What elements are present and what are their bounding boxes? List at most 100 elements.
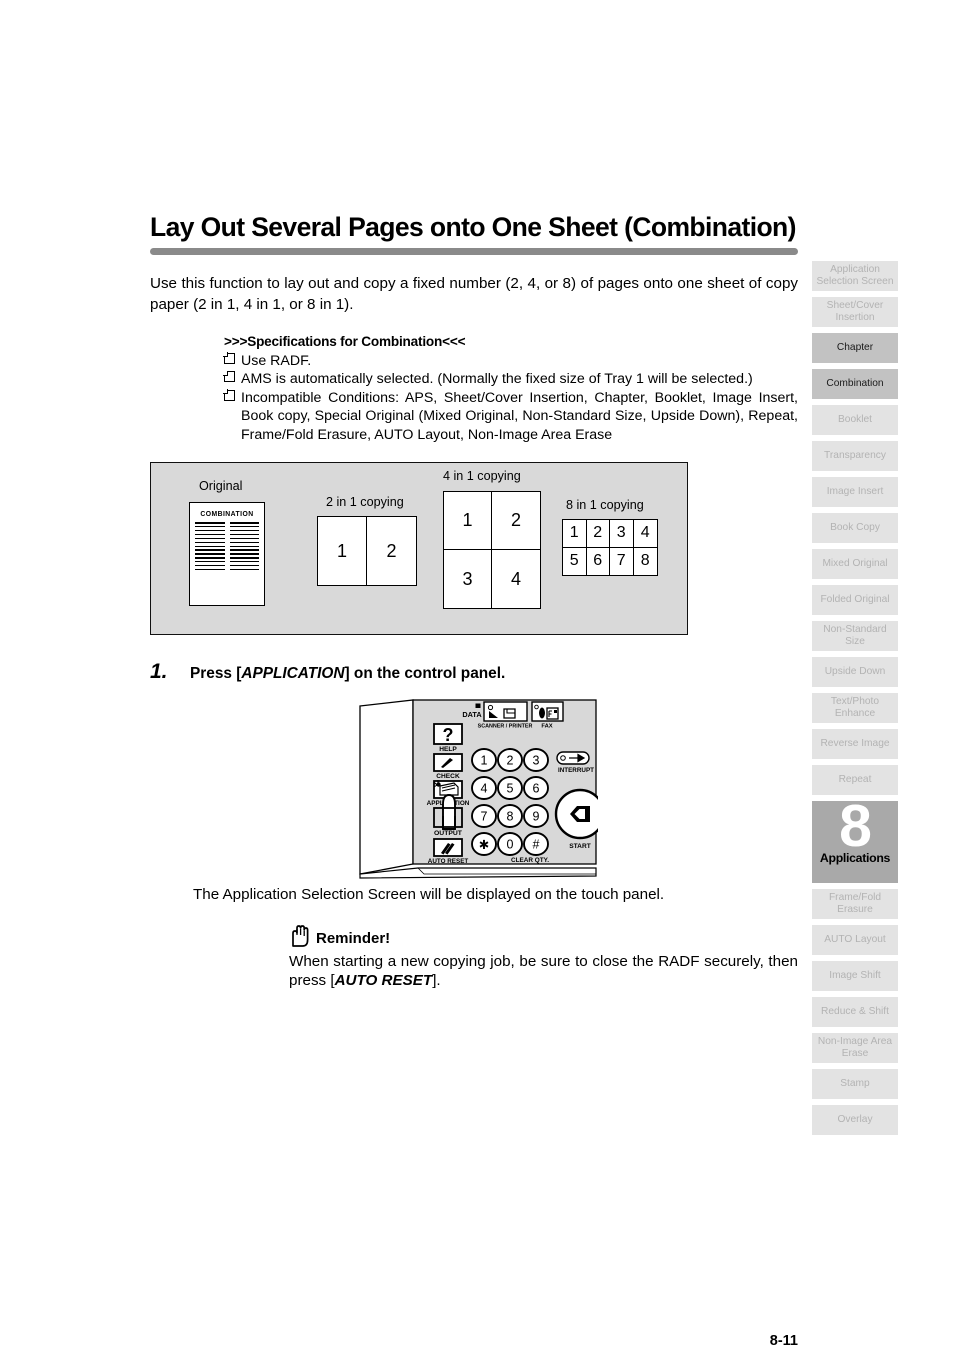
layout-preview-cell: 3 — [610, 520, 634, 548]
sidebar-tab-text-photo-enhance[interactable]: Text/Photo Enhance — [812, 693, 898, 723]
sidebar-tab-overlay[interactable]: Overlay — [812, 1105, 898, 1135]
cp-output-label: OUTPUT — [434, 830, 463, 837]
hand-icon — [292, 925, 309, 948]
sidebar-tab-upside-down[interactable]: Upside Down — [812, 657, 898, 687]
sidebar-tab-mixed-original[interactable]: Mixed Original — [812, 549, 898, 579]
original-document-graphic: COMBINATION — [189, 502, 265, 607]
layout-preview-cell: 4 — [510, 568, 521, 589]
control-panel-illustration-wrap: DATA SCANNER / PRINTER FAX ? HELP CHECK … — [150, 698, 798, 880]
original-text-line — [229, 561, 259, 563]
svg-text:8: 8 — [507, 810, 514, 824]
original-text-line — [229, 545, 259, 547]
sidebar-tab-label: Sheet/Cover Insertion — [826, 299, 884, 323]
sidebar-tab-booklet[interactable]: Booklet — [812, 405, 898, 435]
svg-text:0: 0 — [507, 838, 514, 852]
sidebar-tab-index: Application Selection Screen Sheet/Cover … — [812, 261, 898, 1141]
svg-text:9: 9 — [533, 810, 540, 824]
sidebar-tab-label: Mixed Original — [822, 557, 888, 569]
sidebar-tab-label: Frame/Fold Erasure — [828, 891, 882, 915]
sidebar-chapter-label: Applications — [819, 851, 891, 865]
sidebar-tab-transparency[interactable]: Transparency — [812, 441, 898, 471]
intro-paragraph: Use this function to lay out and copy a … — [150, 274, 798, 314]
sidebar-tab-non-image-area-erase[interactable]: Non-Image Area Erase — [812, 1033, 898, 1063]
sidebar-tab-label: Image Insert — [826, 485, 884, 497]
sidebar-tab-combination[interactable]: Combination — [812, 369, 898, 399]
svg-text:2: 2 — [507, 754, 514, 768]
original-text-column-right — [229, 522, 259, 573]
sidebar-tab-reverse-image[interactable]: Reverse Image — [812, 729, 898, 759]
sidebar-tab-label: Non-Standard Size — [823, 623, 887, 647]
sidebar-chapter-marker[interactable]: 8 Applications — [812, 797, 898, 883]
cp-help-label: HELP — [439, 746, 457, 753]
sidebar-tab-auto-layout[interactable]: AUTO Layout — [812, 925, 898, 955]
sidebar-tab-repeat[interactable]: Repeat — [812, 765, 898, 795]
layout-preview-4in1: 1234 — [443, 491, 541, 610]
original-text-line — [229, 568, 259, 571]
sidebar-tab-reduce-shift[interactable]: Reduce & Shift — [812, 997, 898, 1027]
sidebar-tab-label: Stamp — [840, 1077, 870, 1089]
original-document-title: COMBINATION — [200, 509, 254, 519]
svg-text:7: 7 — [481, 810, 488, 824]
specifications-heading: >>>Specifications for Combination<<< — [224, 333, 466, 349]
layout-preview-cell: 6 — [587, 547, 610, 576]
cp-check-label: CHECK — [436, 773, 460, 780]
pointing-hand-icon — [442, 794, 456, 831]
sidebar-tab-label: Non-Image Area Erase — [817, 1035, 893, 1059]
sidebar-tab-folded-original[interactable]: Folded Original — [812, 585, 898, 615]
panel-label-4in1: 4 in 1 copying — [443, 469, 521, 484]
sidebar-tab-label: Reverse Image — [820, 737, 890, 749]
layout-preview-8in1: 1234 5678 — [562, 519, 658, 577]
original-text-line — [229, 533, 259, 536]
sidebar-tab-label: Folded Original — [820, 593, 890, 605]
square-bullet-icon — [223, 352, 235, 364]
original-text-line — [195, 545, 225, 547]
original-text-line — [195, 557, 225, 559]
original-text-column-left — [195, 522, 225, 573]
svg-text:#: # — [533, 838, 540, 852]
document-page: Lay Out Several Pages onto One Sheet (Co… — [0, 0, 954, 1351]
sidebar-tab-label: Transparency — [824, 449, 886, 461]
cp-start-label: START — [569, 843, 591, 850]
title-underline-rule — [150, 247, 798, 255]
sidebar-tab-label: Repeat — [838, 773, 872, 785]
reminder-body: When starting a new copying job, be sure… — [289, 952, 798, 990]
cp-help-glyph: ? — [443, 725, 454, 745]
original-text-line — [195, 533, 225, 536]
layout-preview-cell: 1 — [563, 520, 587, 548]
sidebar-tab-stamp[interactable]: Stamp — [812, 1069, 898, 1099]
layout-preview-cell: 2 — [586, 520, 610, 548]
panel-label-2in1: 2 in 1 copying — [326, 495, 404, 510]
sidebar-tab-application-selection-screen[interactable]: Application Selection Screen — [812, 261, 898, 291]
original-text-line — [229, 530, 259, 532]
specification-item: AMS is automatically selected. (Normally… — [223, 370, 798, 388]
sidebar-tab-sheet-cover-insertion[interactable]: Sheet/Cover Insertion — [812, 297, 898, 327]
page-title: Lay Out Several Pages onto One Sheet (Co… — [150, 212, 796, 242]
sidebar-tab-book-copy[interactable]: Book Copy — [812, 513, 898, 543]
step-1: 1. Press [APPLICATION] on the control pa… — [150, 660, 798, 684]
layout-preview-cell: 3 — [444, 550, 492, 609]
sidebar-tab-label: Booklet — [838, 413, 872, 425]
sidebar-tab-chapter[interactable]: Chapter — [812, 333, 898, 363]
original-text-line — [229, 565, 259, 567]
cp-scanner-printer-label: SCANNER / PRINTER — [478, 724, 533, 730]
step-key-name: APPLICATION — [241, 665, 345, 683]
original-text-line — [229, 522, 259, 524]
original-text-line — [195, 568, 225, 571]
cp-clear-qty-label: CLEAR QTY. — [511, 857, 549, 864]
original-text-line — [229, 537, 259, 540]
sidebar-tab-image-shift[interactable]: Image Shift — [812, 961, 898, 991]
sidebar-tab-non-standard-size[interactable]: Non-Standard Size — [812, 621, 898, 651]
sidebar-tab-frame-fold-erasure[interactable]: Frame/Fold Erasure — [812, 889, 898, 919]
sidebar-tab-label: Text/Photo Enhance — [830, 695, 880, 719]
square-bullet-icon — [223, 389, 235, 401]
svg-text:3: 3 — [533, 754, 540, 768]
cp-auto-reset-label: AUTO RESET — [428, 858, 469, 865]
sidebar-tab-image-insert[interactable]: Image Insert — [812, 477, 898, 507]
layout-preview-cell: 7 — [610, 547, 634, 576]
square-bullet-icon — [223, 370, 235, 383]
reminder-heading: Reminder! — [289, 924, 798, 948]
svg-text:5: 5 — [507, 782, 514, 796]
layout-preview-cell: 2 — [386, 540, 397, 561]
reminder-block: Reminder! When starting a new copying jo… — [289, 924, 798, 990]
specification-item: Incompatible Conditions: APS, Sheet/Cove… — [223, 389, 798, 444]
